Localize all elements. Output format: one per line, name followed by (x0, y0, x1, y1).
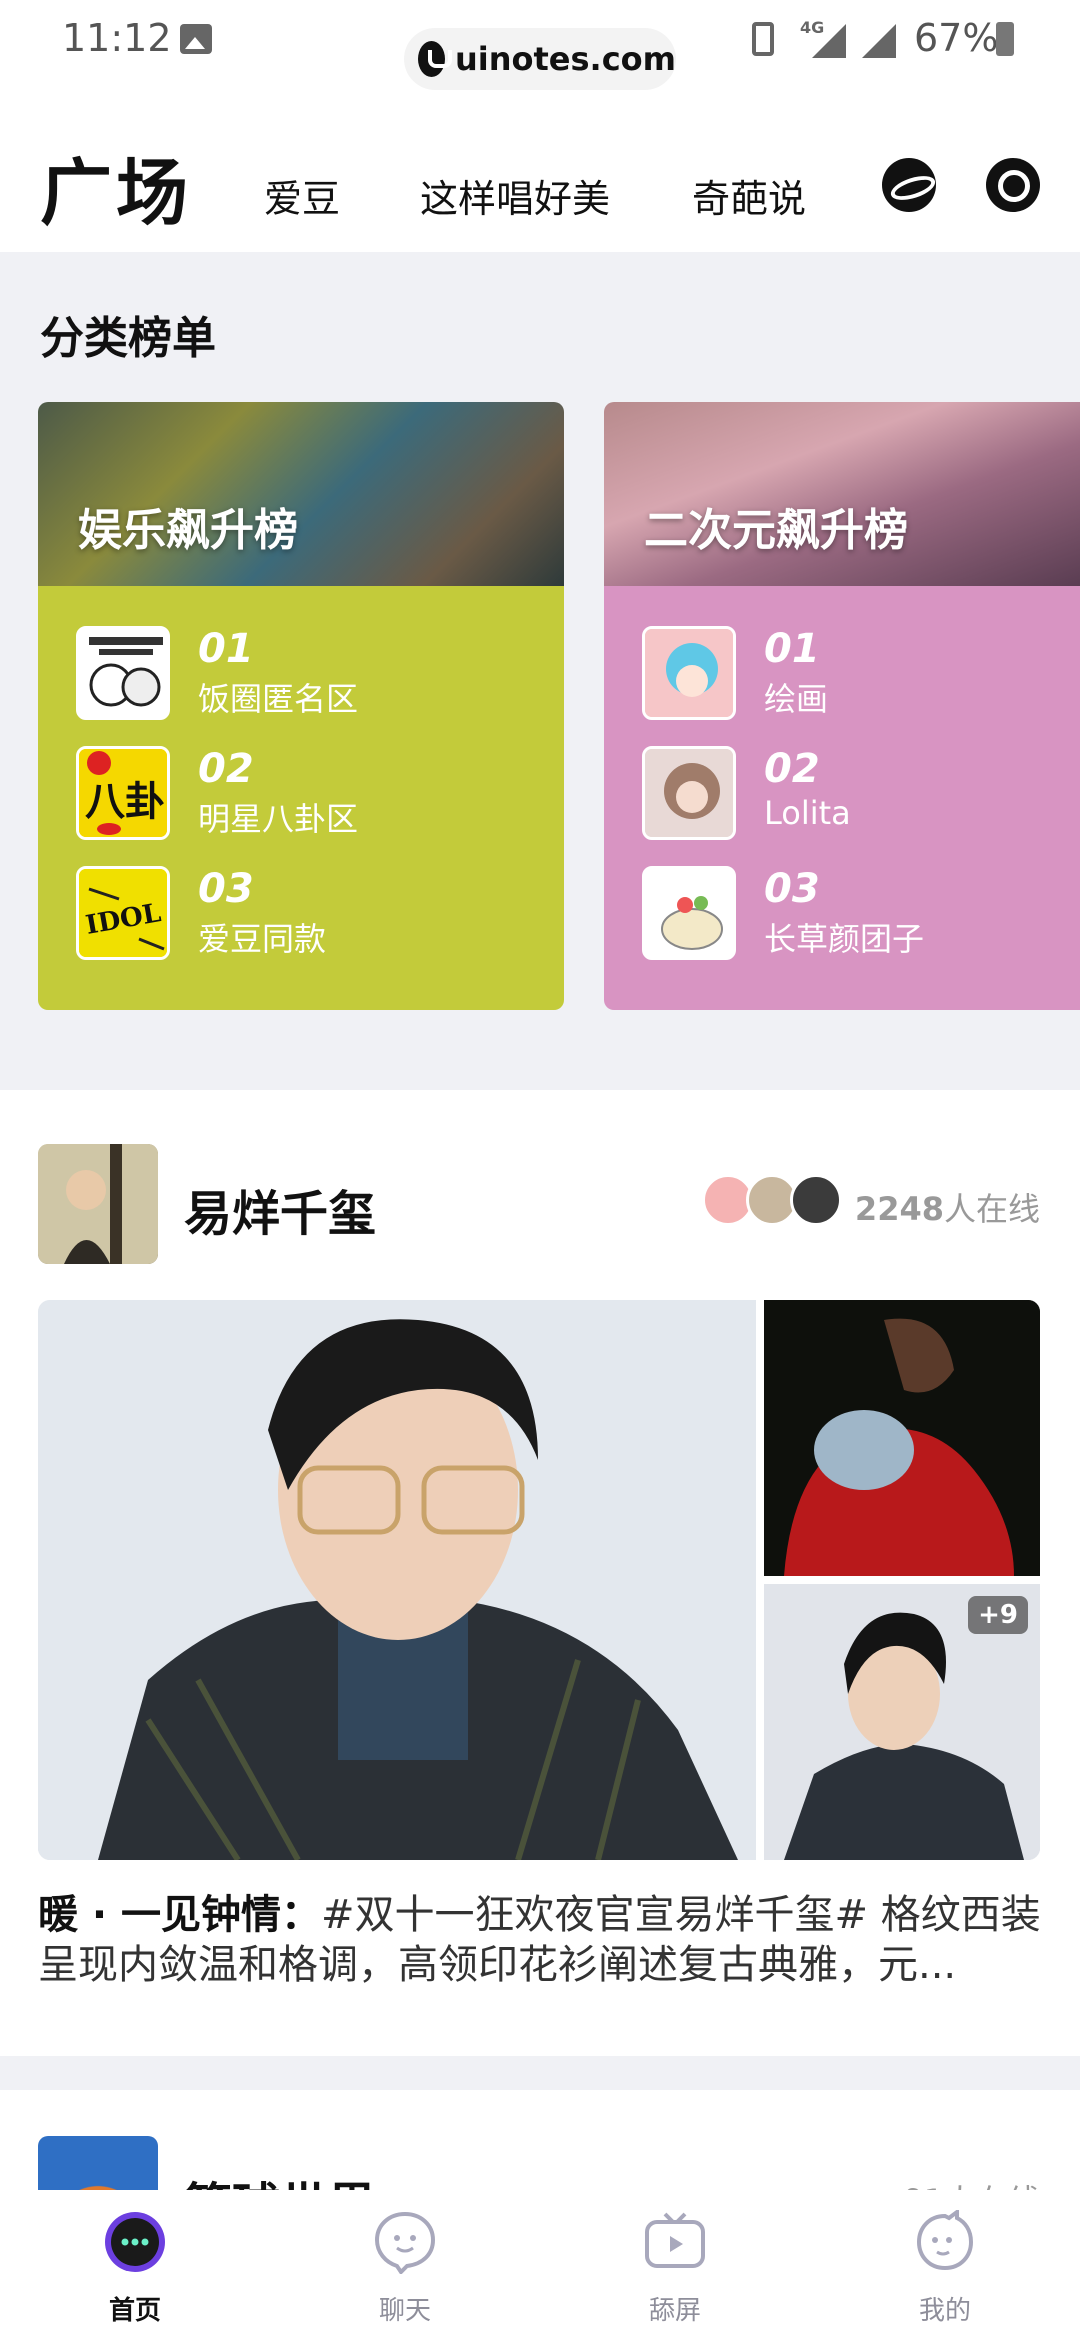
status-time: 11:12 (62, 16, 172, 60)
rank-name: 长草颜团子 (764, 920, 925, 958)
rank-name: 爱豆同款 (198, 920, 327, 958)
ranking-item[interactable]: 八卦 02 明星八卦区 (76, 746, 536, 842)
svg-text:八卦: 八卦 (85, 779, 165, 825)
group-name[interactable]: 易烊千玺 (184, 1174, 376, 1244)
post-text[interactable]: 暖 · 一见钟情：#双十一狂欢夜官宣易烊千玺# 格纹西装呈现内敛温和格调，高领印… (38, 1890, 1042, 1990)
thumb-image: IDOL (76, 866, 170, 960)
page-title: 广场 (40, 151, 193, 235)
ranking-card-entertainment[interactable]: 娱乐飙升榜 01 饭圈匿名区 八卦 02 明星八卦区 IDOL 03 爱豆同款 (38, 402, 564, 1010)
url-text: uinotes.com (454, 40, 676, 78)
section-title: 分类榜单 (40, 313, 216, 364)
profile-face-icon (916, 2210, 974, 2271)
signal-icon (862, 24, 896, 58)
post-photo-2[interactable] (764, 1300, 1040, 1576)
feed-card[interactable]: 易烊千玺 2248人在线 +9 暖 · 一见钟情：#双十一狂欢夜官宣易烊千玺# … (0, 1090, 1080, 2056)
tab-label: 舔屏 (648, 2296, 701, 2326)
ranking-item[interactable]: 02 Lolita (642, 746, 1080, 842)
post-title: 暖 · 一见钟情： (38, 1892, 322, 1938)
online-avatars (702, 1174, 852, 1230)
ranking-list: 01 饭圈匿名区 八卦 02 明星八卦区 IDOL 03 爱豆同款 (38, 586, 564, 1010)
uinotes-logo-icon (418, 41, 452, 77)
url-pill[interactable]: uinotes.com (404, 28, 676, 90)
rank-number: 01 (198, 626, 254, 672)
online-count: 2248 (854, 1190, 944, 1228)
thumb-image (76, 626, 170, 720)
online-suffix: 人在线 (943, 1190, 1040, 1228)
post-photo-main[interactable] (38, 1300, 756, 1860)
tab-chat[interactable]: 聊天 (270, 2190, 540, 2340)
rank-number: 02 (764, 746, 820, 792)
ranking-item[interactable]: IDOL 03 爱豆同款 (76, 866, 536, 962)
tab-aidou[interactable]: 爱豆 (264, 168, 340, 223)
tab-qipashuo[interactable]: 奇葩说 (692, 168, 806, 223)
tab-home[interactable]: 首页 (0, 2190, 270, 2340)
ranking-list: 01 绘画 02 Lolita 03 长草颜团子 (604, 586, 1080, 1010)
rank-name: Lolita (764, 794, 851, 832)
group-avatar[interactable] (38, 1144, 158, 1264)
bottom-tab-bar: 首页 聊天 舔屏 我的 (0, 2190, 1080, 2340)
rank-name: 明星八卦区 (198, 800, 359, 838)
ranking-card-title: 娱乐飙升榜 (78, 505, 298, 556)
status-bar: 11:12 uinotes.com 4G 67% (0, 0, 1080, 110)
ranking-item[interactable]: 01 饭圈匿名区 (76, 626, 536, 722)
thumb-image (642, 746, 736, 840)
rank-number: 02 (198, 746, 254, 792)
tab-zheyangchang[interactable]: 这样唱好美 (420, 168, 610, 223)
battery-percent: 67% (914, 16, 999, 60)
rank-name: 饭圈匿名区 (198, 680, 359, 718)
rank-number: 03 (198, 866, 254, 912)
rank-name: 绘画 (764, 680, 829, 718)
avatar (790, 1174, 842, 1226)
thumb-image (642, 866, 736, 960)
post-photo-3[interactable]: +9 (764, 1584, 1040, 1860)
top-nav: 广场 爱豆 这样唱好美 奇葩说 (0, 110, 1080, 252)
tab-label: 我的 (918, 2296, 971, 2326)
tab-tianping[interactable]: 舔屏 (540, 2190, 810, 2340)
ranking-card-title: 二次元飙升榜 (644, 505, 908, 556)
vibrate-icon (752, 22, 774, 56)
chat-face-icon (374, 2211, 436, 2274)
search-icon[interactable] (986, 158, 1040, 212)
ranking-item[interactable]: 01 绘画 (642, 626, 1080, 722)
thumb-image (642, 626, 736, 720)
tv-play-icon (645, 2212, 705, 2268)
ranking-item[interactable]: 03 长草颜团子 (642, 866, 1080, 962)
signal-4g-icon (812, 24, 846, 58)
ranking-card-anime[interactable]: 二次元飙升榜 01 绘画 02 Lolita 03 长草颜团子 (604, 402, 1080, 1010)
thumb-image: 八卦 (76, 746, 170, 840)
more-photos-badge: +9 (968, 1596, 1028, 1634)
home-chat-bubble-icon (105, 2212, 165, 2272)
online-count-label: 2248人在线 (855, 1184, 1040, 1230)
rank-number: 03 (764, 866, 820, 912)
ranking-card-header: 二次元飙升榜 (604, 402, 1080, 586)
rank-number: 01 (764, 626, 820, 672)
tab-profile[interactable]: 我的 (810, 2190, 1080, 2340)
planet-icon[interactable] (882, 158, 936, 212)
battery-icon (996, 22, 1014, 56)
ranking-card-header: 娱乐飙升榜 (38, 402, 564, 586)
gallery-notification-icon (180, 24, 212, 54)
tab-label: 聊天 (378, 2296, 431, 2326)
tab-label: 首页 (108, 2296, 161, 2326)
